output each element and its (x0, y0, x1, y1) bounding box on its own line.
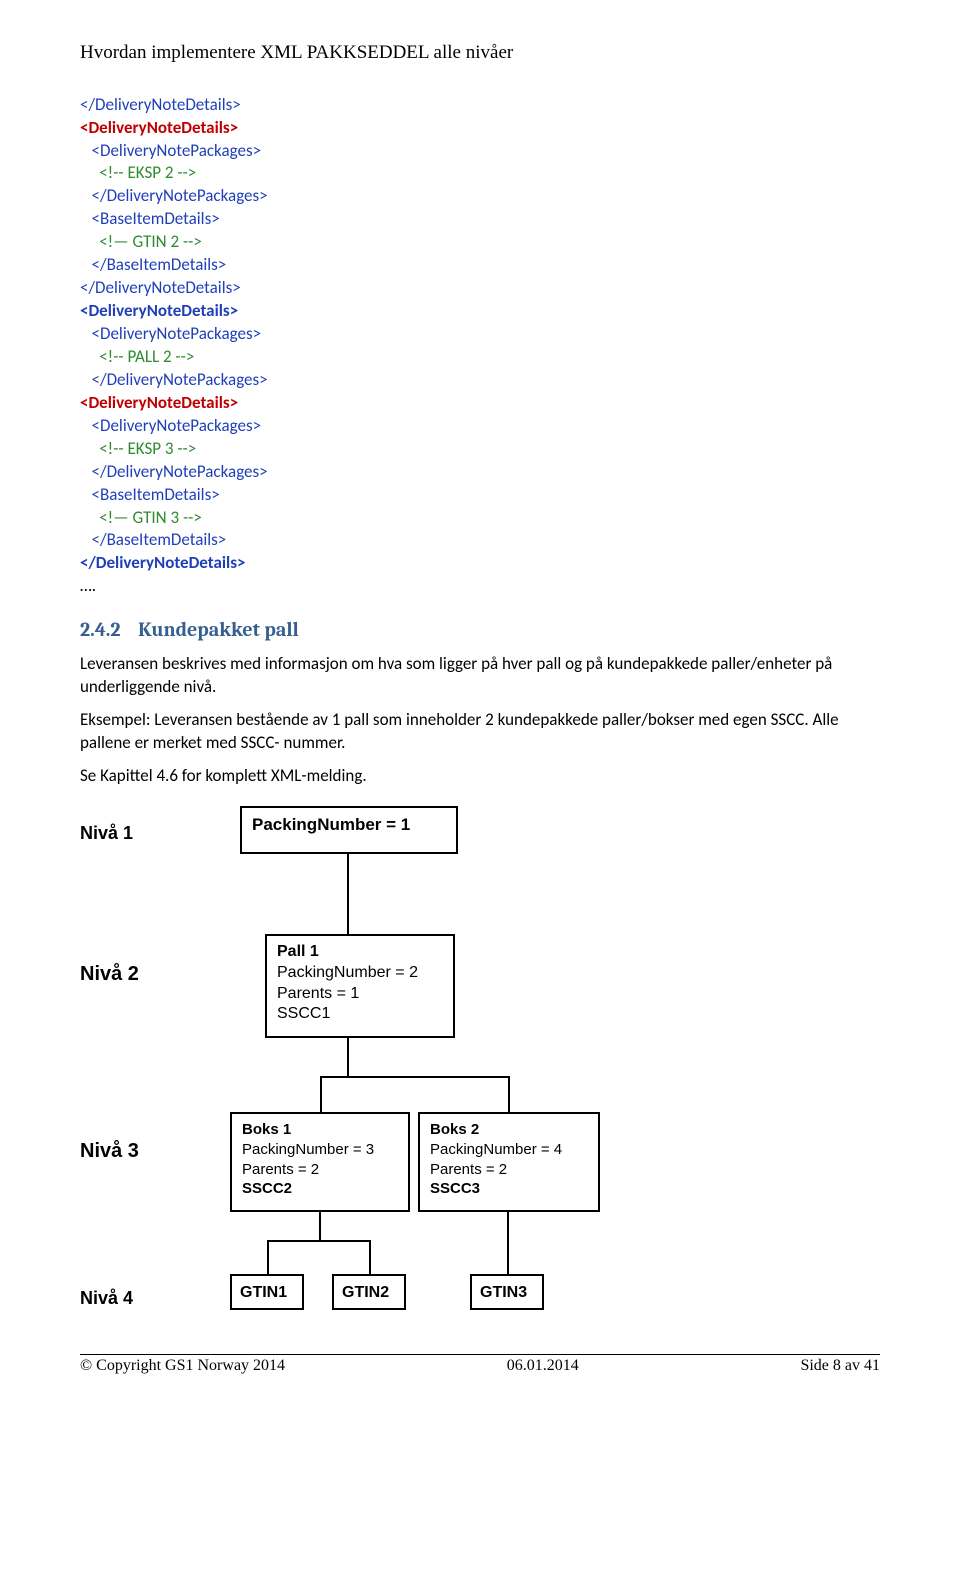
connector-line (507, 1212, 509, 1274)
footer-left: © Copyright GS1 Norway 2014 (80, 1355, 285, 1377)
paragraph: Se Kapittel 4.6 for komplett XML-melding… (80, 765, 880, 788)
box-text: SSCC2 (242, 1179, 398, 1199)
footer-right: Side 8 av 41 (800, 1355, 880, 1377)
box-text: PackingNumber = 3 (242, 1140, 398, 1160)
connector-line (267, 1240, 371, 1242)
xml-line: <BaseItemDetails> (92, 208, 220, 229)
connector-line (320, 1076, 322, 1112)
box-text: Boks 1 (242, 1120, 398, 1140)
xml-line: <DeliveryNoteDetails> (80, 300, 238, 321)
xml-line: <BaseItemDetails> (92, 484, 220, 505)
connector-line (508, 1076, 510, 1112)
box-text: PackingNumber = 1 (252, 814, 446, 837)
box-boks-2: Boks 2 PackingNumber = 4 Parents = 2 SSC… (418, 1112, 600, 1212)
connector-line (347, 1038, 349, 1076)
box-boks-1: Boks 1 PackingNumber = 3 Parents = 2 SSC… (230, 1112, 410, 1212)
connector-line (319, 1212, 321, 1240)
connector-line (347, 854, 349, 934)
level-3-label: Nivå 3 (80, 1138, 139, 1165)
box-text: Parents = 1 (277, 984, 443, 1005)
xml-line: </DeliveryNotePackages> (92, 185, 268, 206)
xml-line: </DeliveryNoteDetails> (80, 552, 245, 573)
level-2-label: Nivå 2 (80, 961, 139, 988)
xml-comment: <!-- EKSP 2 --> (99, 162, 196, 183)
section-title: Kundepakket pall (138, 618, 299, 641)
level-4-label: Nivå 4 (80, 1286, 133, 1310)
xml-line: <DeliveryNotePackages> (92, 415, 262, 436)
box-pall-1: Pall 1 PackingNumber = 2 Parents = 1 SSC… (265, 934, 455, 1038)
xml-line: </DeliveryNotePackages> (92, 461, 268, 482)
page-footer: © Copyright GS1 Norway 2014 06.01.2014 S… (80, 1354, 880, 1377)
xml-line: </DeliveryNotePackages> (92, 369, 268, 390)
xml-comment: <!— GTIN 3 --> (99, 507, 202, 528)
xml-comment: <!-- PALL 2 --> (99, 346, 194, 367)
box-gtin2: GTIN2 (332, 1274, 406, 1310)
box-text: Pall 1 (277, 942, 443, 963)
box-text: PackingNumber = 4 (430, 1140, 588, 1160)
section-heading: 2.4.2 Kundepakket pall (80, 616, 880, 643)
xml-line: </BaseItemDetails> (92, 254, 227, 275)
level-1-label: Nivå 1 (80, 821, 133, 845)
box-text: Parents = 2 (242, 1160, 398, 1180)
box-gtin1: GTIN1 (230, 1274, 304, 1310)
box-gtin3: GTIN3 (470, 1274, 544, 1310)
xml-line: </DeliveryNoteDetails> (80, 277, 241, 298)
box-text: SSCC3 (430, 1179, 588, 1199)
footer-center: 06.01.2014 (507, 1355, 579, 1377)
connector-line (369, 1240, 371, 1274)
paragraph: Eksempel: Leveransen bestående av 1 pall… (80, 709, 880, 755)
xml-code-block: </DeliveryNoteDetails> <DeliveryNoteDeta… (80, 94, 880, 599)
box-text: Parents = 2 (430, 1160, 588, 1180)
box-text: PackingNumber = 2 (277, 963, 443, 984)
paragraph: Leveransen beskrives med informasjon om … (80, 653, 880, 699)
connector-line (320, 1076, 510, 1078)
hierarchy-diagram: Nivå 1 Nivå 2 Nivå 3 Nivå 4 PackingNumbe… (80, 806, 880, 1336)
box-packing-1: PackingNumber = 1 (240, 806, 458, 854)
section-number: 2.4.2 (80, 618, 121, 641)
page-header-title: Hvordan implementere XML PAKKSEDDEL alle… (80, 40, 880, 66)
xml-line: </DeliveryNoteDetails> (80, 94, 241, 115)
xml-line: <DeliveryNotePackages> (92, 323, 262, 344)
xml-line: <DeliveryNotePackages> (92, 140, 262, 161)
box-text: SSCC1 (277, 1004, 443, 1025)
xml-line: </BaseItemDetails> (92, 529, 227, 550)
xml-comment: <!-- EKSP 3 --> (99, 438, 196, 459)
connector-line (267, 1240, 269, 1274)
xml-line: …. (80, 575, 96, 596)
xml-line: <DeliveryNoteDetails> (80, 117, 238, 138)
xml-line: <DeliveryNoteDetails> (80, 392, 238, 413)
box-text: Boks 2 (430, 1120, 588, 1140)
xml-comment: <!— GTIN 2 --> (99, 231, 202, 252)
